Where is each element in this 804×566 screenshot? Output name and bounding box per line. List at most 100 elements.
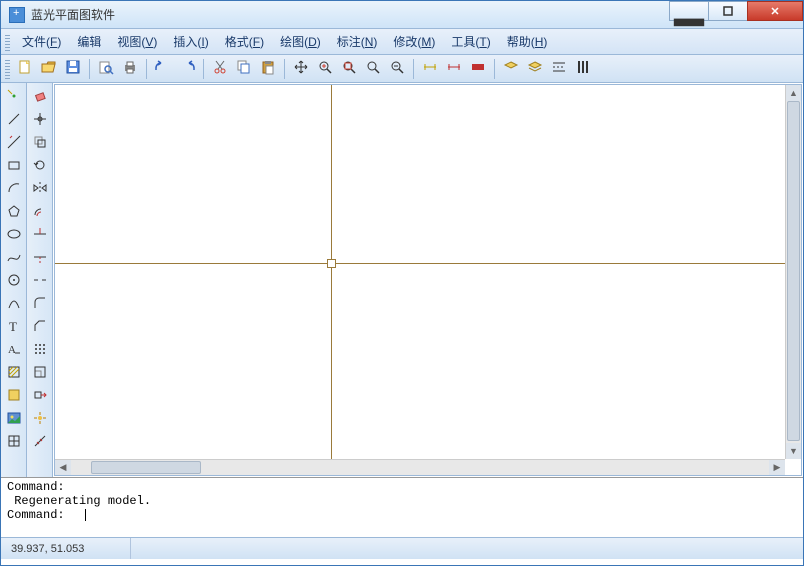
layer4-button[interactable] xyxy=(572,58,594,80)
menu-工具[interactable]: 工具(T) xyxy=(443,31,498,52)
menu-绘图[interactable]: 绘图(D) xyxy=(272,31,329,52)
stretch-button[interactable] xyxy=(29,385,51,407)
spline-icon xyxy=(6,249,22,268)
text-cursor xyxy=(85,509,86,521)
status-coords: 39.937, 51.053 xyxy=(1,538,131,559)
scroll-up-icon[interactable]: ▲ xyxy=(786,85,801,101)
scroll-down-icon[interactable]: ▼ xyxy=(786,443,801,459)
mirror-icon xyxy=(32,180,48,199)
zoom-window-button[interactable] xyxy=(362,58,384,80)
toolbar-separator xyxy=(413,59,414,79)
polygon-button[interactable] xyxy=(3,201,25,223)
pan-button[interactable] xyxy=(290,58,312,80)
dim1-button[interactable] xyxy=(419,58,441,80)
layer2-button[interactable] xyxy=(524,58,546,80)
toolbar-grip[interactable] xyxy=(5,59,10,79)
zoom-extents-button[interactable] xyxy=(338,58,360,80)
vertical-scrollbar[interactable]: ▲ ▼ xyxy=(785,85,801,459)
layer1-button[interactable] xyxy=(500,58,522,80)
dim3-button[interactable] xyxy=(467,58,489,80)
rect-icon xyxy=(6,157,22,176)
extend-button[interactable] xyxy=(29,247,51,269)
menu-格式[interactable]: 格式(F) xyxy=(217,31,272,52)
redo-button[interactable] xyxy=(176,58,198,80)
arc-tool-button[interactable] xyxy=(3,178,25,200)
menu-文件[interactable]: 文件(F) xyxy=(14,31,69,52)
preview-icon xyxy=(98,59,114,78)
line-button[interactable] xyxy=(3,109,25,131)
vscroll-thumb[interactable] xyxy=(787,101,800,441)
ellipse-button[interactable] xyxy=(3,224,25,246)
image-button[interactable] xyxy=(3,408,25,430)
curve-button[interactable] xyxy=(3,293,25,315)
horizontal-scrollbar[interactable]: ◀ ▶ xyxy=(55,459,785,475)
dim2-button[interactable] xyxy=(443,58,465,80)
point-button[interactable] xyxy=(3,86,25,108)
hscroll-thumb[interactable] xyxy=(91,461,201,474)
measure-button[interactable] xyxy=(29,431,51,453)
print-button[interactable] xyxy=(119,58,141,80)
fillet-button[interactable] xyxy=(29,293,51,315)
xline-button[interactable] xyxy=(3,132,25,154)
explode-button[interactable] xyxy=(29,408,51,430)
minimize-button[interactable] xyxy=(669,1,709,21)
scroll-left-icon[interactable]: ◀ xyxy=(55,460,71,475)
rect-button[interactable] xyxy=(3,155,25,177)
drawing-canvas[interactable]: ▲ ▼ ◀ ▶ xyxy=(55,85,801,475)
menu-插入[interactable]: 插入(I) xyxy=(165,31,216,52)
undo-button[interactable] xyxy=(152,58,174,80)
offset-button[interactable] xyxy=(29,201,51,223)
menu-编辑[interactable]: 编辑 xyxy=(69,31,109,52)
menu-视图[interactable]: 视图(V) xyxy=(109,31,165,52)
erase-button[interactable] xyxy=(29,86,51,108)
array-button[interactable] xyxy=(29,339,51,361)
mirror-button[interactable] xyxy=(29,178,51,200)
zoom-realtime-button[interactable] xyxy=(386,58,408,80)
save-button[interactable] xyxy=(62,58,84,80)
cut-icon xyxy=(212,59,228,78)
paste-icon xyxy=(260,59,276,78)
open-button[interactable] xyxy=(38,58,60,80)
maximize-button[interactable] xyxy=(708,1,748,21)
break-button[interactable] xyxy=(29,270,51,292)
fill-button[interactable] xyxy=(3,385,25,407)
paste-button[interactable] xyxy=(257,58,279,80)
grid-button[interactable] xyxy=(3,431,25,453)
spline-button[interactable] xyxy=(3,247,25,269)
scale-icon xyxy=(32,364,48,383)
hatch-button[interactable] xyxy=(3,362,25,384)
scale-button[interactable] xyxy=(29,362,51,384)
fillet-icon xyxy=(32,295,48,314)
menu-修改[interactable]: 修改(M) xyxy=(385,31,443,52)
circle-t-button[interactable] xyxy=(3,270,25,292)
chamfer-button[interactable] xyxy=(29,316,51,338)
layer3-button[interactable] xyxy=(548,58,570,80)
command-line: Command: xyxy=(7,480,797,494)
new-button[interactable] xyxy=(14,58,36,80)
break-icon xyxy=(32,272,48,291)
command-panel[interactable]: Command: Regenerating model.Command: xyxy=(1,477,803,537)
menu-标注[interactable]: 标注(N) xyxy=(329,31,386,52)
move-button[interactable] xyxy=(29,109,51,131)
rotate-button[interactable] xyxy=(29,155,51,177)
menu-帮助[interactable]: 帮助(H) xyxy=(499,31,556,52)
preview-button[interactable] xyxy=(95,58,117,80)
trim-button[interactable] xyxy=(29,224,51,246)
erase-icon xyxy=(32,88,48,107)
copy-button[interactable] xyxy=(233,58,255,80)
stretch-icon xyxy=(32,387,48,406)
command-line: Command: xyxy=(7,508,797,522)
close-button[interactable]: ✕ xyxy=(747,1,803,21)
text-button[interactable]: T xyxy=(3,316,25,338)
toolbar-separator xyxy=(203,59,204,79)
menubar-grip[interactable] xyxy=(5,33,10,51)
layer3-icon xyxy=(551,59,567,78)
copy2-button[interactable] xyxy=(29,132,51,154)
mtext-button[interactable]: A xyxy=(3,339,25,361)
pickbox-cursor xyxy=(327,259,336,268)
dim1-icon xyxy=(422,59,438,78)
scroll-right-icon[interactable]: ▶ xyxy=(769,460,785,475)
zoom-in-button[interactable] xyxy=(314,58,336,80)
cut-button[interactable] xyxy=(209,58,231,80)
zoom-realtime-icon xyxy=(389,59,405,78)
